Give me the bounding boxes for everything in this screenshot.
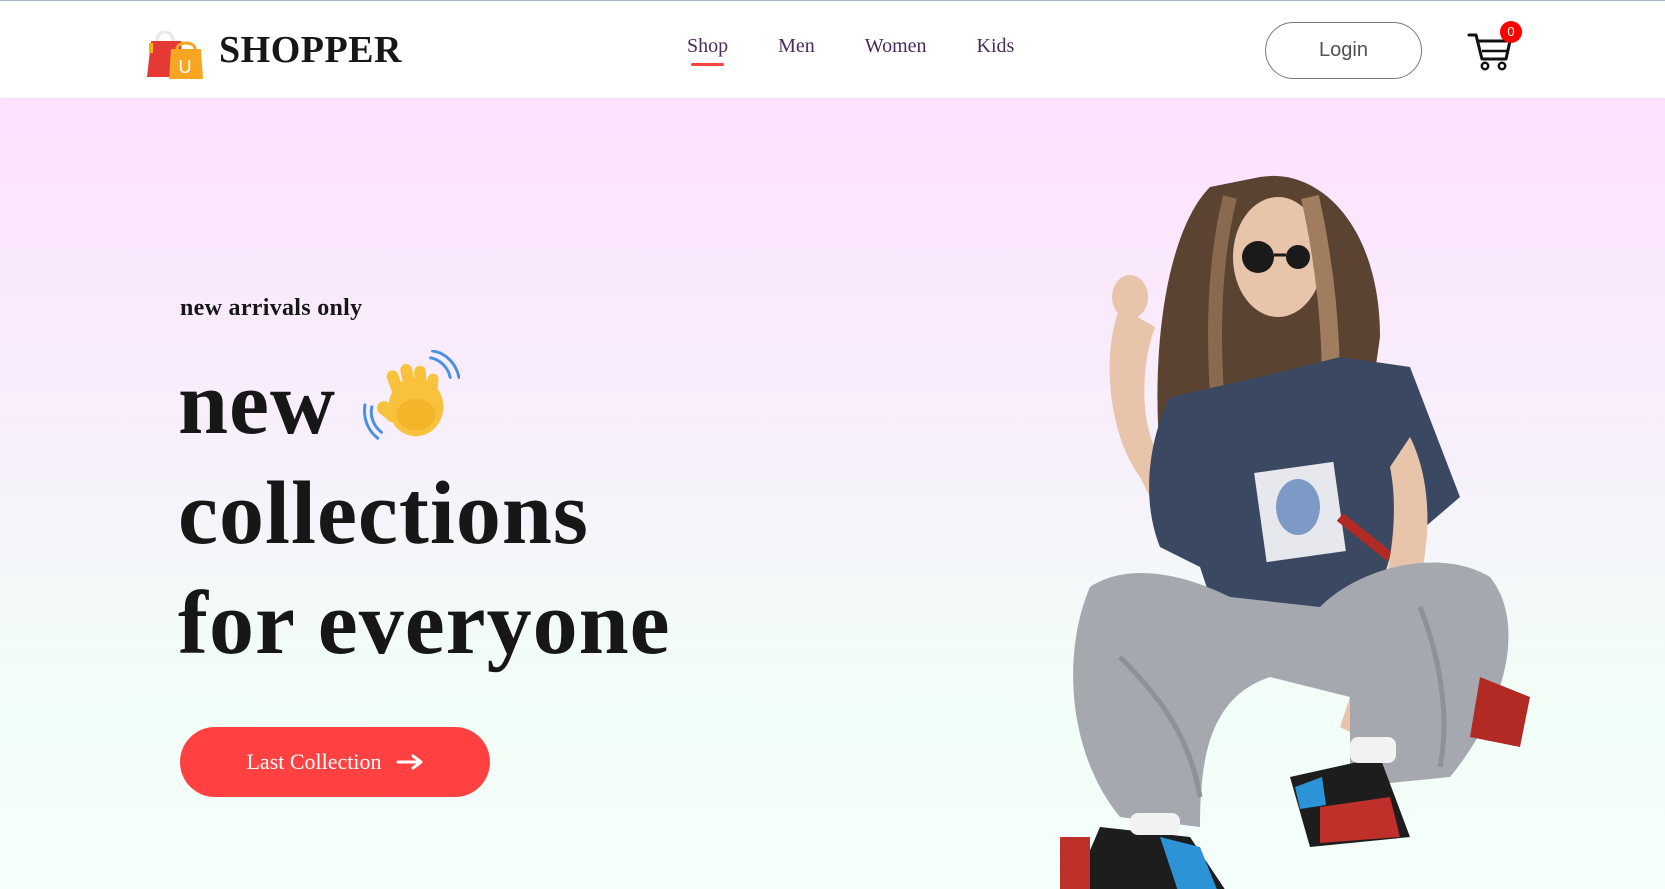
hero-section: new arrivals only new collections for ev (0, 97, 1665, 889)
cart-count-badge: 0 (1500, 21, 1522, 43)
menu-item-shop[interactable]: Shop (687, 35, 728, 66)
shopping-bag-logo-icon: U (147, 30, 203, 79)
login-button[interactable]: Login (1265, 22, 1422, 79)
hero-headline: new collections for everyone (178, 349, 671, 679)
arrow-right-icon (396, 754, 423, 770)
headline-line-1: new (178, 354, 336, 453)
menu-item-kids[interactable]: Kids (977, 35, 1015, 66)
latest-collection-button[interactable]: Last Collection (180, 727, 490, 797)
hero-model-image (1060, 175, 1530, 889)
cart-button[interactable]: 0 (1466, 21, 1522, 73)
menu-item-women[interactable]: Women (865, 35, 927, 66)
cta-label: Last Collection (246, 749, 382, 774)
brand[interactable]: U SHOPPER (143, 19, 402, 81)
svg-text:U: U (179, 57, 192, 77)
brand-name: SHOPPER (219, 29, 402, 71)
active-indicator (691, 63, 725, 66)
headline-line-2: collections (178, 464, 589, 563)
main-menu: Shop Men Women Kids (687, 35, 1014, 66)
menu-item-men[interactable]: Men (778, 35, 815, 66)
waving-hand-icon (363, 350, 460, 440)
headline-line-3: for everyone (178, 574, 671, 673)
hero-eyebrow: new arrivals only (180, 295, 363, 321)
navbar: U SHOPPER Shop Men Women Kids Login 0 (0, 0, 1665, 98)
